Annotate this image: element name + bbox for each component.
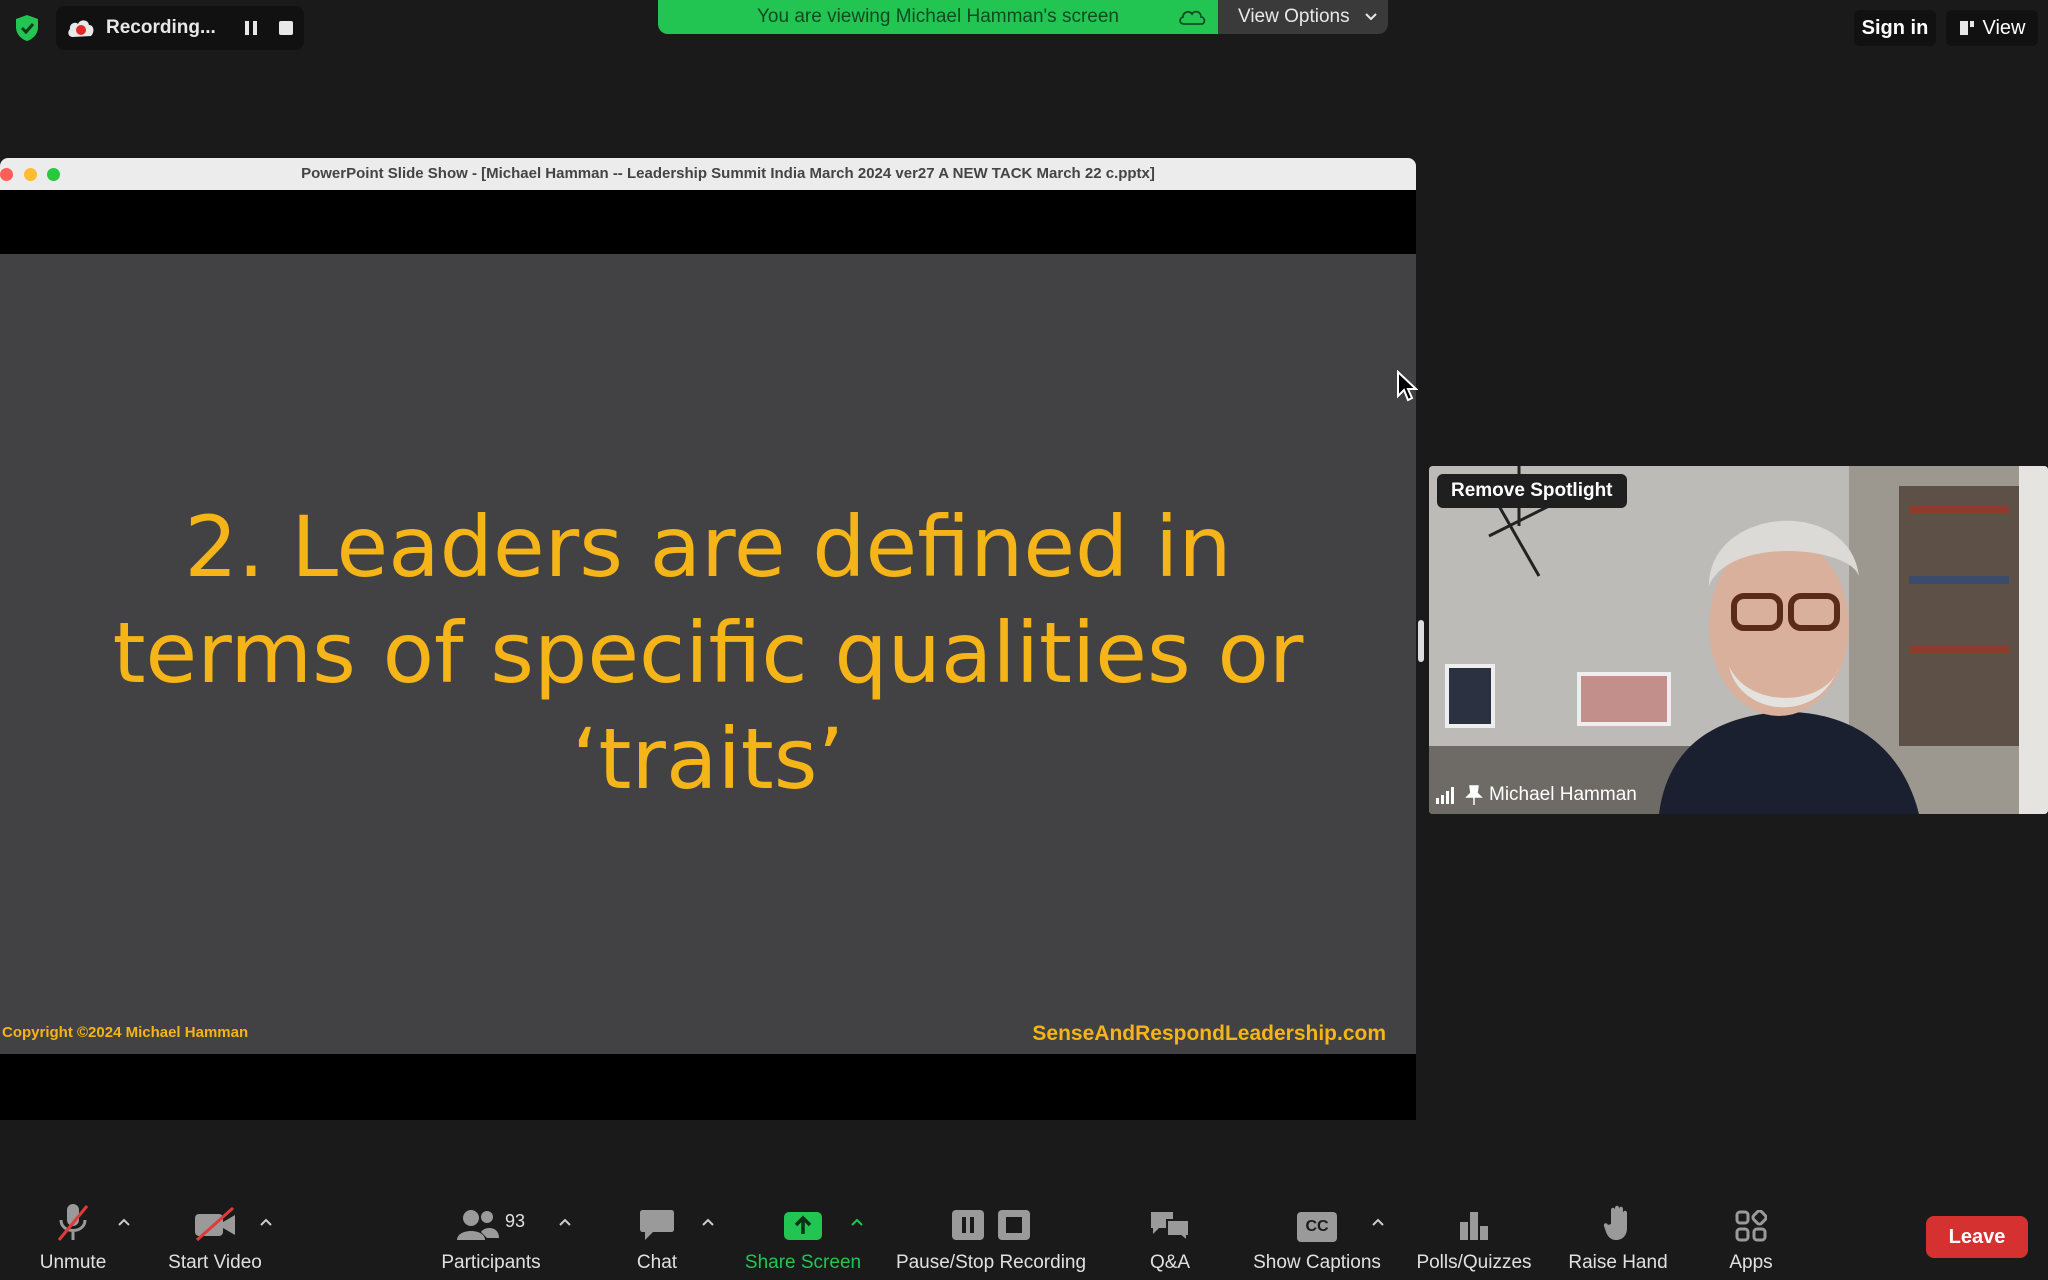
- participants-label: Participants: [441, 1252, 541, 1273]
- letterbox-bottom: [0, 1054, 1416, 1120]
- captions-options-caret-icon[interactable]: [1370, 1216, 1386, 1228]
- qa-label: Q&A: [1149, 1252, 1191, 1273]
- closed-captions-icon: CC: [1297, 1212, 1337, 1242]
- pause-stop-recording-icon: [952, 1210, 1030, 1240]
- show-captions-button[interactable]: CC Show Captions: [1244, 1194, 1390, 1280]
- chevron-down-icon: [1364, 13, 1377, 21]
- slide-headline-line2: terms of specific qualities or: [112, 604, 1304, 702]
- resize-handle[interactable]: [1418, 620, 1424, 662]
- presentation-slide: 2. Leaders are defined in terms of speci…: [0, 254, 1416, 1054]
- security-shield-icon[interactable]: [14, 14, 40, 42]
- stop-recording-icon[interactable]: [279, 21, 293, 35]
- leave-button[interactable]: Leave: [1926, 1216, 2028, 1258]
- raise-hand-icon: [1603, 1205, 1627, 1240]
- cloud-icon: [1179, 10, 1206, 25]
- signal-strength-icon: [1436, 787, 1454, 804]
- cc-badge-text: CC: [1305, 1218, 1329, 1235]
- chat-bubble-icon: [640, 1210, 674, 1240]
- shared-screen: PowerPoint Slide Show - [Michael Hamman …: [0, 158, 1418, 1120]
- video-camera-off-icon: [195, 1206, 235, 1242]
- view-layout-button[interactable]: View: [1946, 10, 2038, 46]
- slide-headline: 2. Leaders are defined in terms of speci…: [60, 494, 1356, 812]
- participants-options-caret-icon[interactable]: [557, 1216, 573, 1228]
- window-title: PowerPoint Slide Show - [Michael Hamman …: [301, 165, 1155, 182]
- recording-indicator: Recording...: [56, 6, 304, 50]
- view-options-label: View Options: [1238, 6, 1350, 27]
- pause-stop-recording-button[interactable]: Pause/Stop Recording: [888, 1194, 1094, 1280]
- share-options-caret-icon[interactable]: [849, 1216, 865, 1228]
- apps-button[interactable]: Apps: [1716, 1194, 1786, 1280]
- letterbox-top: [0, 190, 1416, 254]
- pin-icon: [1465, 785, 1483, 805]
- participants-icon: [456, 1210, 499, 1240]
- meeting-toolbar: Unmute Start Video 93 Participants Chat …: [0, 1194, 2048, 1280]
- slide-headline-line1: 2. Leaders are defined in: [184, 498, 1232, 596]
- polls-bar-chart-icon: [1460, 1212, 1488, 1240]
- participant-video-tile[interactable]: Remove Spotlight Michael Hamman: [1429, 466, 2048, 814]
- chat-options-caret-icon[interactable]: [700, 1216, 716, 1228]
- chat-label: Chat: [636, 1252, 678, 1273]
- pause-stop-recording-label: Pause/Stop Recording: [895, 1252, 1087, 1273]
- viewing-screen-banner: You are viewing Michael Hamman's screen: [658, 0, 1218, 34]
- viewing-banner-text: You are viewing Michael Hamman's screen: [757, 6, 1119, 27]
- cloud-recording-icon: [68, 20, 94, 37]
- raise-hand-button[interactable]: Raise Hand: [1562, 1194, 1674, 1280]
- remove-spotlight-button[interactable]: Remove Spotlight: [1437, 474, 1627, 508]
- chat-button[interactable]: Chat: [620, 1194, 694, 1280]
- window-zoom-button: [47, 168, 60, 181]
- remove-spotlight-label: Remove Spotlight: [1451, 480, 1613, 501]
- share-screen-button[interactable]: Share Screen: [736, 1194, 870, 1280]
- start-video-label: Start Video: [168, 1252, 262, 1273]
- start-video-button[interactable]: Start Video: [158, 1194, 272, 1280]
- top-bar: Recording... You are viewing Michael Ham…: [0, 0, 2048, 56]
- audio-options-caret-icon[interactable]: [116, 1216, 132, 1228]
- window-title-bar: PowerPoint Slide Show - [Michael Hamman …: [0, 158, 1416, 190]
- participants-button[interactable]: 93 Participants: [430, 1194, 552, 1280]
- view-options-dropdown[interactable]: View Options: [1218, 0, 1388, 34]
- polls-quizzes-button[interactable]: Polls/Quizzes: [1410, 1194, 1538, 1280]
- participants-count: 93: [504, 1211, 526, 1231]
- polls-quizzes-label: Polls/Quizzes: [1416, 1252, 1532, 1273]
- participant-nameplate: Michael Hamman: [1435, 782, 1637, 808]
- share-screen-label: Share Screen: [744, 1252, 862, 1273]
- slide-copyright: Copyright ©2024 Michael Hamman: [2, 1024, 249, 1041]
- leave-label: Leave: [1948, 1225, 2006, 1248]
- share-screen-icon: [784, 1212, 822, 1240]
- window-close-button: [0, 168, 13, 181]
- view-label: View: [1982, 16, 2026, 39]
- mouse-cursor-icon: [1397, 370, 1418, 402]
- raise-hand-label: Raise Hand: [1568, 1252, 1668, 1273]
- slide-website: SenseAndRespondLeadership.com: [1032, 1022, 1386, 1045]
- recording-label: Recording...: [106, 17, 216, 38]
- unmute-button[interactable]: Unmute: [30, 1194, 116, 1280]
- slide-headline-line3: ‘traits’: [571, 710, 845, 808]
- qa-icon: [1151, 1212, 1190, 1242]
- apps-label: Apps: [1729, 1252, 1773, 1273]
- view-layout-icon: [1959, 21, 1974, 35]
- unmute-label: Unmute: [39, 1252, 107, 1273]
- qa-button[interactable]: Q&A: [1134, 1194, 1206, 1280]
- video-options-caret-icon[interactable]: [258, 1216, 274, 1228]
- sign-in-label: Sign in: [1861, 16, 1929, 39]
- microphone-muted-icon: [57, 1204, 89, 1241]
- show-captions-label: Show Captions: [1253, 1252, 1381, 1273]
- sign-in-button[interactable]: Sign in: [1854, 10, 1936, 46]
- participant-name: Michael Hamman: [1489, 784, 1637, 805]
- apps-icon: [1735, 1210, 1767, 1242]
- pause-recording-icon[interactable]: [244, 20, 258, 36]
- video-feed-image: [1429, 466, 2048, 814]
- window-minimize-button: [24, 168, 37, 181]
